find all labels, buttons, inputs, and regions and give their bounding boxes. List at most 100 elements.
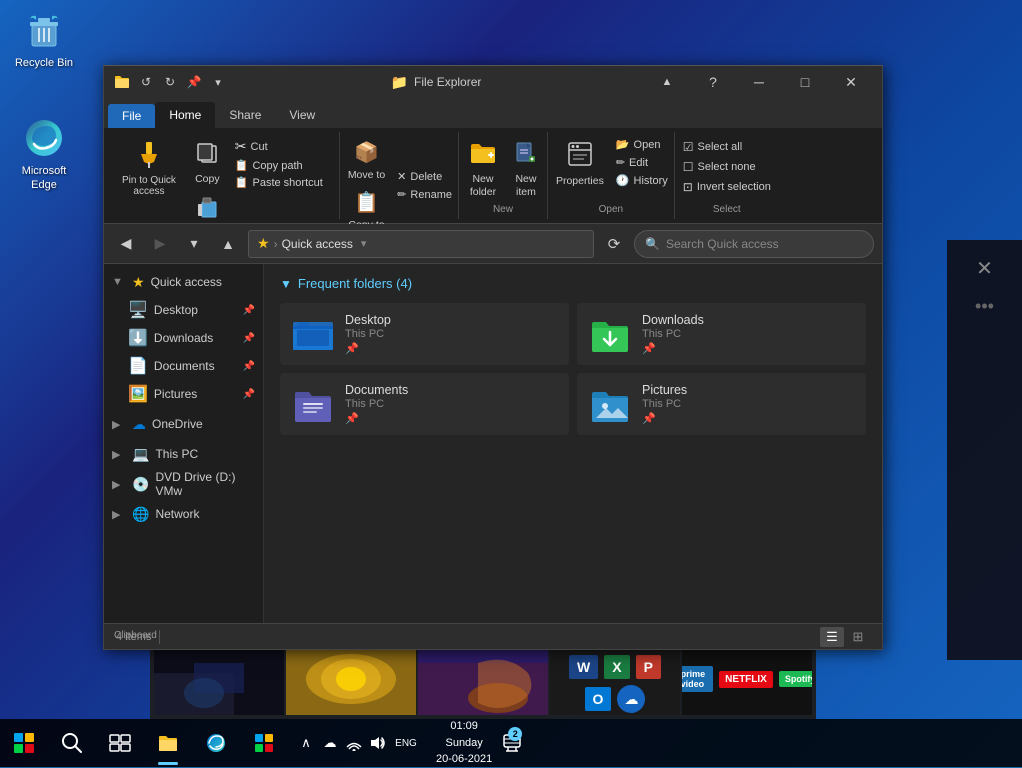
status-bar: 4 items ☰ ⊞ [104,623,882,649]
copy-btn[interactable]: Copy [188,136,226,190]
search-box[interactable]: 🔍 Search Quick access [634,230,874,258]
redo-icon[interactable]: ↻ [160,72,180,92]
tray-arrow[interactable]: ∧ [296,733,316,753]
sidebar-item-desktop[interactable]: 🖥️ Desktop 📌 [104,296,263,324]
properties-btn[interactable]: Properties [550,136,610,192]
close-btn[interactable]: ✕ [828,66,874,98]
folder-item-desktop[interactable]: Desktop This PC 📌 [280,303,569,365]
desktop-folder-info: Desktop This PC 📌 [345,313,391,355]
tab-share[interactable]: Share [215,102,275,128]
sidebar-section-network: ▶ 🌐 Network [104,500,263,528]
pin-icon[interactable]: 📌 [184,72,204,92]
rename-icon: ✏ [397,188,406,201]
sidebar-item-documents[interactable]: 📄 Documents 📌 [104,352,263,380]
side-panel-collapse[interactable]: ✕ [965,248,1005,288]
sidebar-section-this-pc: ▶ 💻 This PC [104,440,263,468]
maximize-btn[interactable]: □ [782,66,828,98]
thumb-4[interactable]: W X P O ☁ [550,643,680,715]
documents-label: Documents [154,359,215,373]
thumb-2[interactable] [286,643,416,715]
expand-icon: ▶ [112,478,126,491]
sidebar-item-pictures[interactable]: 🖼️ Pictures 📌 [104,380,263,408]
desktop-icon-edge[interactable]: Microsoft Edge [4,110,84,197]
thumb-3[interactable] [418,643,548,715]
paste-shortcut-btn[interactable]: 📋 Paste shortcut [231,174,327,191]
address-path[interactable]: ★ › Quick access ▾ [248,230,594,258]
select-all-btn[interactable]: ☑ Select all [679,138,746,156]
delete-btn[interactable]: ✕ Delete [393,168,456,185]
tray-cloud[interactable]: ☁ [320,733,340,753]
thumb-5[interactable]: prime video NETFLIX Spotify [682,643,812,715]
sidebar-item-downloads[interactable]: ⬇️ Downloads 📌 [104,324,263,352]
copy-to-icon: 📋 [354,190,379,215]
tab-home[interactable]: Home [155,102,215,128]
sidebar-dvd-header[interactable]: ▶ 💿 DVD Drive (D:) VMw [104,470,263,498]
sidebar-quick-access-header[interactable]: ▼ ★ Quick access [104,268,263,296]
folder-item-downloads[interactable]: Downloads This PC 📌 [577,303,866,365]
folder-item-pictures[interactable]: Pictures This PC 📌 [577,373,866,435]
grid-view-btn[interactable]: ⊞ [846,627,870,647]
invert-selection-btn[interactable]: ⊡ Invert selection [679,178,775,196]
down-arrow-icon[interactable]: ▾ [208,72,228,92]
edit-icon: ✏ [616,156,625,169]
list-view-btn[interactable]: ☰ [820,627,844,647]
taskbar-store[interactable] [240,719,288,767]
clock-time: 01:09 [436,718,492,735]
new-item-btn[interactable]: Newitem [507,136,545,202]
sidebar-onedrive-header[interactable]: ▶ ☁ OneDrive [104,410,263,438]
tab-file[interactable]: File [108,104,155,128]
forward-btn[interactable]: ▶ [146,230,174,258]
move-to-btn[interactable]: 📦 Move to [342,136,391,185]
sidebar-section-quick-access: ▼ ★ Quick access 🖥️ Desktop 📌 ⬇️ Downloa… [104,268,263,408]
invert-icon: ⊡ [683,180,693,194]
open-btn[interactable]: 📂 Open [612,136,672,153]
undo-icon[interactable]: ↺ [136,72,156,92]
path-separator: › [274,237,278,251]
properties-icon [566,140,594,173]
folder-item-documents[interactable]: Documents This PC 📌 [280,373,569,435]
properties-label: Properties [556,175,604,188]
start-btn[interactable] [0,719,48,767]
edit-btn[interactable]: ✏ Edit [612,154,672,171]
ribbon-collapse-btn[interactable]: ▲ [644,66,690,98]
sidebar-this-pc-header[interactable]: ▶ 💻 This PC [104,440,263,468]
tray-volume[interactable] [368,733,388,753]
tab-view[interactable]: View [275,102,329,128]
ribbon-content: Pin to Quickaccess Copy [104,128,882,224]
copy-path-btn[interactable]: 📋 Copy path [231,157,327,174]
cut-btn[interactable]: ✂ Cut [231,136,327,157]
notification-center-btn[interactable]: 2 [500,719,524,767]
status-views: ☰ ⊞ [820,627,870,647]
new-label: New [461,204,545,219]
paste-icon [194,194,220,225]
file-explorer-window: ↺ ↻ 📌 ▾ 📁 File Explorer ▲ ? ─ □ ✕ File [103,65,883,650]
taskbar-file-explorer[interactable] [144,719,192,767]
refresh-btn[interactable]: ⟳ [600,230,628,258]
up-btn[interactable]: ▲ [214,230,242,258]
new-folder-btn[interactable]: Newfolder [461,136,505,202]
minimize-btn[interactable]: ─ [736,66,782,98]
rename-btn[interactable]: ✏ Rename [393,186,456,203]
downloads-folder-path: This PC [642,328,704,340]
history-btn[interactable]: 🕐 History [612,172,672,189]
select-none-btn[interactable]: ☐ Select none [679,158,760,176]
taskbar-task-view[interactable] [96,719,144,767]
taskbar-clock[interactable]: 01:09 Sunday 20-06-2021 [428,718,500,768]
sidebar-network-header[interactable]: ▶ 🌐 Network [104,500,263,528]
thumb-1[interactable] [154,643,284,715]
pin-to-quick-btn[interactable]: Pin to Quickaccess [116,136,182,201]
taskbar-edge[interactable] [192,719,240,767]
taskbar-search-btn[interactable] [48,719,96,767]
help-btn[interactable]: ? [690,66,736,98]
back-btn[interactable]: ◀ [112,230,140,258]
desktop-folder-path: This PC [345,328,391,340]
tray-lang[interactable]: ENG [392,733,420,753]
section-chevron-icon[interactable]: ▼ [280,277,292,291]
desktop-icon-recycle-bin[interactable]: Recycle Bin [4,2,84,74]
side-panel: ✕ ••• [947,240,1022,660]
side-panel-more[interactable]: ••• [975,296,994,317]
desktop-folder-name: Desktop [345,313,391,327]
recent-btn[interactable]: ▾ [180,230,208,258]
downloads-folder-info: Downloads This PC 📌 [642,313,704,355]
tray-network[interactable] [344,733,364,753]
